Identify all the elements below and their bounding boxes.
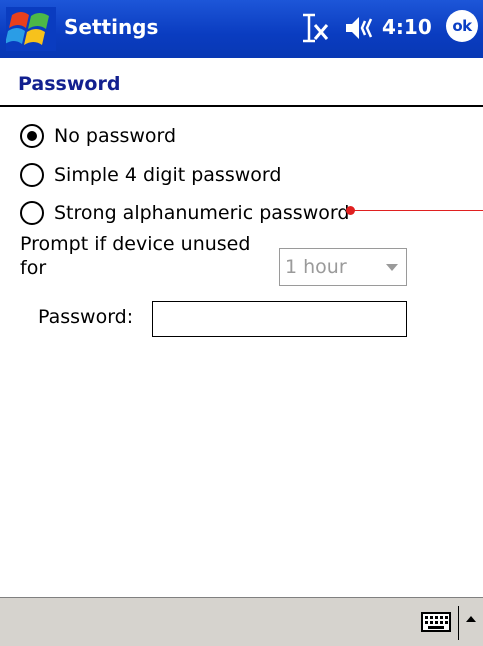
option-no-password[interactable]: No password [20, 122, 220, 152]
option-label[interactable]: Simple 4 digit password [54, 161, 281, 189]
menu-bar [0, 597, 483, 646]
settings-screen: Settings 4:10 ok Password No password Si… [0, 0, 483, 646]
password-input[interactable] [152, 301, 407, 337]
select-value: 1 hour [285, 256, 347, 278]
connectivity-icon[interactable] [300, 11, 330, 45]
option-label[interactable]: No password [54, 122, 176, 150]
clock[interactable]: 4:10 [382, 13, 432, 41]
option-label[interactable]: Strong alphanumeric password [54, 199, 349, 227]
radio-button[interactable] [20, 124, 44, 148]
window-title: Settings [64, 15, 159, 39]
header-divider [0, 105, 483, 107]
radio-selected-dot [27, 131, 37, 141]
keyboard-icon[interactable] [421, 612, 451, 632]
radio-button[interactable] [20, 201, 44, 225]
windows-flag-icon[interactable] [6, 7, 56, 51]
prompt-timeout-select[interactable]: 1 hour [279, 248, 407, 286]
option-simple-password[interactable]: Simple 4 digit password [20, 161, 310, 191]
radio-button[interactable] [20, 163, 44, 187]
speaker-icon[interactable] [344, 13, 378, 43]
title-bar: Settings 4:10 ok [0, 0, 483, 58]
dropdown-arrow-icon[interactable] [386, 264, 398, 271]
option-strong-password[interactable]: Strong alphanumeric password [20, 199, 360, 229]
annotation-dot [346, 206, 355, 215]
password-label: Password: [38, 306, 134, 328]
chevron-up-icon[interactable] [466, 616, 476, 622]
prompt-label: Prompt if device unused for [20, 233, 251, 279]
page-title: Password [18, 73, 121, 95]
annotation-line [352, 210, 483, 211]
menu-divider [458, 606, 459, 640]
ok-button[interactable]: ok [446, 10, 478, 42]
